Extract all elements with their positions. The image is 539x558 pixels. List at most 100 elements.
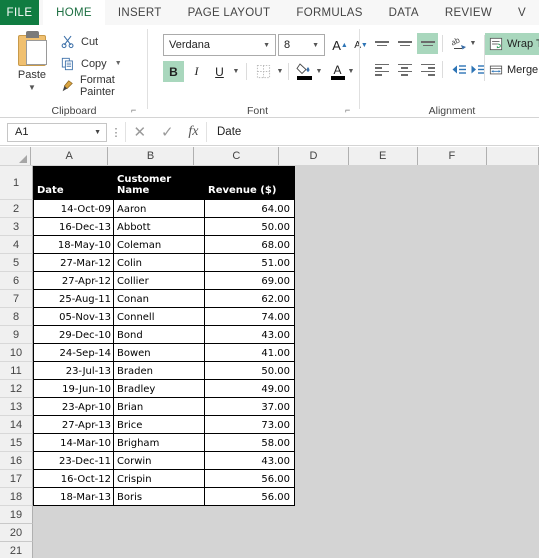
font-name-chevron-down-icon[interactable]: ▼ xyxy=(263,42,273,49)
cell-revenue[interactable]: 41.00 xyxy=(205,344,295,362)
cell-date[interactable]: 16-Dec-13 xyxy=(33,218,114,236)
cell-customer-name[interactable]: Coleman xyxy=(114,236,205,254)
tab-insert[interactable]: INSERT xyxy=(104,0,175,25)
underline-chevron-down-icon[interactable]: ▼ xyxy=(230,61,242,82)
column-header-f[interactable]: F xyxy=(417,147,487,165)
cell-revenue[interactable]: 37.00 xyxy=(205,398,295,416)
font-name-input[interactable]: Verdana ▼ xyxy=(163,34,276,56)
cell-customer-name[interactable]: Crispin xyxy=(114,470,205,488)
underline-button[interactable]: U xyxy=(209,61,230,82)
row-header[interactable]: 9 xyxy=(0,326,33,344)
row-header[interactable]: 18 xyxy=(0,488,33,506)
row-header[interactable]: 11 xyxy=(0,362,33,380)
cell-revenue[interactable]: 50.00 xyxy=(205,218,295,236)
cell-customer-name[interactable]: Bradley xyxy=(114,380,205,398)
row-header[interactable]: 20 xyxy=(0,524,33,542)
cell-revenue[interactable]: 50.00 xyxy=(205,362,295,380)
cell-customer-name[interactable]: Conan xyxy=(114,290,205,308)
cell-revenue[interactable]: 62.00 xyxy=(205,290,295,308)
column-header-e[interactable]: E xyxy=(348,147,418,165)
cell-revenue[interactable]: 73.00 xyxy=(205,416,295,434)
copy-button[interactable]: Copy ▼ xyxy=(60,53,122,74)
cell-date[interactable]: 18-Mar-13 xyxy=(33,488,114,506)
cell-customer-name[interactable]: Bowen xyxy=(114,344,205,362)
row-header[interactable]: 7 xyxy=(0,290,33,308)
formula-bar-expand-handle[interactable]: ⋮ xyxy=(107,126,125,139)
column-header-b[interactable]: B xyxy=(108,147,195,165)
row-header[interactable]: 10 xyxy=(0,344,33,362)
cell-customer-name[interactable]: Brigham xyxy=(114,434,205,452)
merge-and-center-button[interactable]: Merge & Center xyxy=(485,59,539,81)
row-header[interactable]: 6 xyxy=(0,272,33,290)
cell-date[interactable]: 23-Dec-11 xyxy=(33,452,114,470)
cell-date[interactable]: 14-Mar-10 xyxy=(33,434,114,452)
increase-font-size-button[interactable]: A ▲ xyxy=(330,36,350,55)
cell-revenue[interactable]: 56.00 xyxy=(205,488,295,506)
cell-customer-name[interactable]: Connell xyxy=(114,308,205,326)
align-left-button[interactable] xyxy=(371,59,392,80)
cell-revenue[interactable]: 68.00 xyxy=(205,236,295,254)
tab-review[interactable]: REVIEW xyxy=(431,0,506,25)
align-center-button[interactable] xyxy=(394,59,415,80)
column-header-g[interactable] xyxy=(486,147,539,165)
cell-date[interactable]: 29-Dec-10 xyxy=(33,326,114,344)
clipboard-dialog-launcher[interactable]: ⌐ xyxy=(131,106,140,115)
row-header[interactable]: 3 xyxy=(0,218,33,236)
row-header[interactable]: 14 xyxy=(0,416,33,434)
row-header[interactable]: 2 xyxy=(0,200,33,218)
cell-customer-name[interactable]: Brice xyxy=(114,416,205,434)
cell-customer-name[interactable]: Collier xyxy=(114,272,205,290)
column-header-c[interactable]: C xyxy=(194,147,280,165)
name-box-chevron-down-icon[interactable]: ▼ xyxy=(94,129,106,136)
select-all-corner[interactable] xyxy=(0,147,32,165)
font-size-chevron-down-icon[interactable]: ▼ xyxy=(312,42,322,49)
align-middle-button[interactable] xyxy=(394,33,415,54)
tab-file[interactable]: FILE xyxy=(0,0,39,25)
font-size-input[interactable]: 8 ▼ xyxy=(278,34,325,56)
row-header[interactable]: 21 xyxy=(0,542,33,558)
tab-formulas[interactable]: FORMULAS xyxy=(283,0,376,25)
cell-customer-name[interactable]: Abbott xyxy=(114,218,205,236)
tab-view[interactable]: V xyxy=(505,0,539,25)
name-box[interactable]: A1 ▼ xyxy=(7,122,107,142)
bold-button[interactable]: B xyxy=(163,61,184,82)
paste-chevron-down-icon[interactable]: ▼ xyxy=(28,84,36,92)
align-bottom-button[interactable] xyxy=(417,33,438,54)
header-cell[interactable]: Date xyxy=(33,166,114,200)
cell-date[interactable]: 18-May-10 xyxy=(33,236,114,254)
insert-function-icon[interactable]: fx xyxy=(188,124,198,140)
format-painter-button[interactable]: Format Painter xyxy=(60,74,148,98)
row-header[interactable]: 4 xyxy=(0,236,33,254)
fill-color-chevron-down-icon[interactable]: ▼ xyxy=(313,61,325,82)
cell-date[interactable]: 25-Aug-11 xyxy=(33,290,114,308)
orientation-chevron-down-icon[interactable]: ▼ xyxy=(467,33,479,54)
cut-button[interactable]: Cut xyxy=(60,31,98,52)
row-header[interactable]: 15 xyxy=(0,434,33,452)
wrap-text-button[interactable]: Wrap Text xyxy=(485,33,539,55)
formula-input[interactable]: Date xyxy=(207,122,539,142)
cell-revenue[interactable]: 43.00 xyxy=(205,326,295,344)
header-cell[interactable]: Customer Name xyxy=(114,166,205,200)
row-header[interactable]: 13 xyxy=(0,398,33,416)
row-header[interactable]: 19 xyxy=(0,506,33,524)
cell-revenue[interactable]: 43.00 xyxy=(205,452,295,470)
row-header[interactable]: 1 xyxy=(0,166,33,200)
align-right-button[interactable] xyxy=(417,59,438,80)
cell-customer-name[interactable]: Colin xyxy=(114,254,205,272)
cell-customer-name[interactable]: Brian xyxy=(114,398,205,416)
row-header[interactable]: 5 xyxy=(0,254,33,272)
cell-date[interactable]: 05-Nov-13 xyxy=(33,308,114,326)
borders-button[interactable] xyxy=(253,61,274,82)
column-header-d[interactable]: D xyxy=(279,147,349,165)
align-top-button[interactable] xyxy=(371,33,392,54)
cell-date[interactable]: 24-Sep-14 xyxy=(33,344,114,362)
cell-revenue[interactable]: 74.00 xyxy=(205,308,295,326)
cell-revenue[interactable]: 49.00 xyxy=(205,380,295,398)
tab-home[interactable]: HOME xyxy=(43,0,105,25)
row-header[interactable]: 17 xyxy=(0,470,33,488)
tab-page-layout[interactable]: PAGE LAYOUT xyxy=(174,0,284,25)
cell-date[interactable]: 23-Jul-13 xyxy=(33,362,114,380)
row-header[interactable]: 12 xyxy=(0,380,33,398)
cell-revenue[interactable]: 64.00 xyxy=(205,200,295,218)
column-header-a[interactable]: A xyxy=(31,147,108,165)
